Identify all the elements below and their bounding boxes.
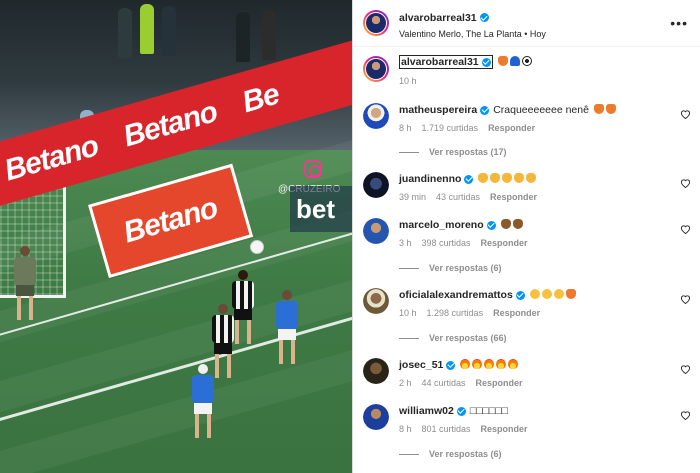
soccer-ball-emoji-icon — [521, 56, 532, 66]
fox-emoji-icon — [565, 289, 576, 299]
comment-likes[interactable]: 1.298 curtidas — [427, 308, 484, 318]
post-media-video[interactable]: Betano Betano Be Betano @CRUZEIRO bet — [0, 0, 352, 473]
verified-badge-icon — [481, 57, 491, 67]
comment-likes[interactable]: 44 curtidas — [422, 378, 466, 388]
commenter-avatar[interactable] — [363, 103, 389, 129]
instagram-icon — [304, 160, 322, 178]
verified-badge-icon — [486, 220, 496, 230]
caption-username[interactable]: alvarobarreal31 — [399, 55, 493, 69]
commenter-avatar[interactable] — [363, 288, 389, 314]
comment-item: marcelo_moreno 3 h 398 curtidas Responder — [363, 218, 693, 248]
commenter-username[interactable]: oficialalexandremattos — [399, 288, 525, 302]
reply-button[interactable]: Responder — [481, 238, 528, 248]
player-white-1 — [232, 270, 254, 344]
reply-button[interactable]: Responder — [476, 378, 523, 388]
verified-badge-icon — [456, 406, 466, 416]
clap-emoji-icon — [502, 173, 513, 183]
comment-time: 8 h — [399, 424, 412, 434]
comment-time: 2 h — [399, 378, 412, 388]
post-header: alvarobarreal31 Valentino Merlo, The La … — [353, 0, 700, 47]
view-replies-button[interactable]: Ver respostas (66) — [399, 333, 507, 343]
comment-item: oficialalexandremattos 10 h 1.298 curtida… — [363, 288, 693, 318]
comment-item: matheuspereira Craqueeeeeee nenê 8 h 1.719… — [363, 103, 693, 133]
comment-time: 3 h — [399, 238, 412, 248]
verified-badge-icon — [515, 290, 525, 300]
fire-emoji-icon — [508, 359, 519, 369]
commenter-avatar[interactable] — [363, 218, 389, 244]
player-blue-1 — [276, 290, 298, 364]
caption-avatar[interactable] — [363, 56, 389, 82]
view-replies-button[interactable]: Ver respostas (17) — [399, 147, 507, 157]
caption-timestamp: 10 h — [399, 76, 417, 86]
commenter-username[interactable]: williamw02 — [399, 404, 466, 418]
clap-emoji-icon — [512, 219, 523, 229]
fire-emoji-icon — [484, 359, 495, 369]
fire-emoji-icon — [472, 359, 483, 369]
instagram-post-view: Betano Betano Be Betano @CRUZEIRO bet — [0, 0, 700, 473]
fire-emoji-icon — [460, 359, 471, 369]
verified-badge-icon — [464, 174, 474, 184]
fox-emoji-icon — [593, 104, 604, 114]
face-emoji-icon — [553, 289, 564, 299]
comment-likes[interactable]: 398 curtidas — [422, 238, 471, 248]
commenter-avatar[interactable] — [363, 404, 389, 430]
player-white-2 — [212, 304, 234, 378]
clap-emoji-icon — [526, 173, 537, 183]
comment-time: 10 h — [399, 308, 417, 318]
face-emoji-icon — [529, 289, 540, 299]
commenter-avatar[interactable] — [363, 358, 389, 384]
more-options-icon[interactable]: ••• — [670, 15, 688, 31]
like-heart-icon[interactable] — [680, 224, 691, 234]
post-location[interactable]: Valentino Merlo, The La Planta • Hoy — [399, 29, 546, 39]
fox-emoji-icon — [497, 56, 508, 66]
football — [250, 240, 264, 254]
commenter-username[interactable]: josec_51 — [399, 358, 456, 372]
reply-button[interactable]: Responder — [490, 192, 537, 202]
ad-board-bet: bet — [290, 186, 352, 232]
like-heart-icon[interactable] — [680, 178, 691, 188]
verified-badge-icon — [480, 105, 490, 115]
comment-text: Craqueeeeeee nenê — [493, 104, 589, 116]
like-heart-icon[interactable] — [680, 410, 691, 420]
player-blue-2 — [192, 364, 214, 438]
fox-emoji-icon — [605, 104, 616, 114]
comment-item: josec_51 2 h 44 curtidas Responder — [363, 358, 693, 388]
clap-emoji-icon — [478, 173, 489, 183]
view-replies-button[interactable]: Ver respostas (6) — [399, 449, 502, 459]
author-avatar[interactable] — [363, 10, 389, 36]
verified-badge-icon — [479, 13, 489, 22]
verified-badge-icon — [446, 360, 456, 370]
commenter-username[interactable]: matheuspereira — [399, 103, 490, 117]
commenter-username[interactable]: marcelo_moreno — [399, 218, 496, 232]
clap-emoji-icon — [514, 173, 525, 183]
reply-button[interactable]: Responder — [493, 308, 540, 318]
face-emoji-icon — [541, 289, 552, 299]
comment-time: 39 min — [399, 192, 427, 202]
post-caption: alvarobarreal31 10 h — [363, 55, 532, 86]
clap-emoji-icon — [490, 173, 501, 183]
fire-emoji-icon — [496, 359, 507, 369]
commenter-username[interactable]: juandinenno — [399, 172, 474, 186]
comment-likes[interactable]: 43 curtidas — [436, 192, 480, 202]
view-replies-button[interactable]: Ver respostas (6) — [399, 263, 502, 273]
reply-button[interactable]: Responder — [488, 123, 535, 133]
goalkeeper — [14, 246, 36, 320]
comment-item: williamw02 □□□□□□ 8 h 801 curtidas Responde… — [363, 404, 693, 434]
author-username[interactable]: alvarobarreal31 — [399, 12, 489, 24]
commenter-avatar[interactable] — [363, 172, 389, 198]
like-heart-icon[interactable] — [680, 364, 691, 374]
clap-emoji-icon — [500, 219, 511, 229]
like-heart-icon[interactable] — [680, 294, 691, 304]
reply-button[interactable]: Responder — [481, 424, 528, 434]
comments-panel: alvarobarreal31 Valentino Merlo, The La … — [352, 0, 700, 473]
like-heart-icon[interactable] — [680, 109, 691, 119]
comment-likes[interactable]: 1.719 curtidas — [422, 123, 479, 133]
blue-heart-emoji-icon — [509, 56, 520, 66]
comment-time: 8 h — [399, 123, 412, 133]
comment-text: □□□□□□ — [469, 405, 508, 417]
comment-item: juandinenno 39 min 43 curtidas Responder — [363, 172, 693, 202]
comment-likes[interactable]: 801 curtidas — [422, 424, 471, 434]
